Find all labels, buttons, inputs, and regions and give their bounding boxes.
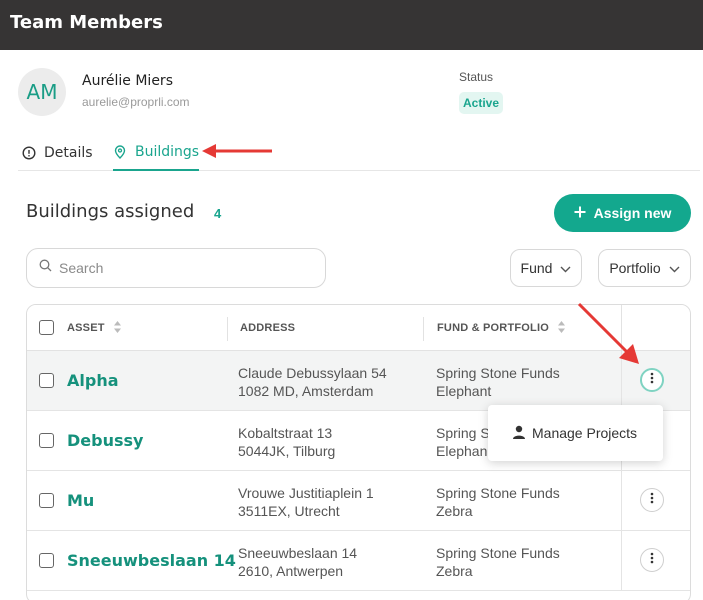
fund-portfolio-cell: Spring Stone Funds Elephant — [436, 364, 560, 400]
address-cell: Vrouwe Justitiaplein 1 3511EX, Utrecht — [238, 484, 374, 520]
column-divider — [621, 531, 622, 591]
page-title: Team Members — [10, 12, 163, 33]
row-actions-button[interactable] — [640, 368, 664, 392]
tab-buildings[interactable]: Buildings — [113, 134, 200, 171]
more-vertical-icon — [650, 491, 654, 509]
manage-projects-menu-item[interactable]: Manage Projects — [532, 425, 637, 441]
portfolio-filter-label: Portfolio — [609, 260, 661, 276]
address-line2: 2610, Antwerpen — [238, 563, 344, 579]
top-bar: Team Members — [0, 0, 703, 50]
sort-icon — [557, 320, 566, 337]
portfolio-name: Zebra — [436, 503, 473, 519]
column-address-label: ADDRESS — [240, 322, 296, 334]
address-line2: 1082 MD, Amsterdam — [238, 383, 374, 399]
more-vertical-icon — [650, 551, 654, 569]
address-line1: Claude Debussylaan 54 — [238, 365, 387, 381]
map-pin-icon — [113, 144, 127, 159]
annotation-arrow-diagonal — [577, 302, 639, 364]
column-divider — [227, 317, 228, 341]
column-address: ADDRESS — [240, 305, 295, 351]
portfolio-name: Elephan — [436, 443, 488, 459]
portfolio-filter-dropdown[interactable]: Portfolio — [598, 249, 691, 287]
address-cell: Claude Debussylaan 54 1082 MD, Amsterdam — [238, 364, 387, 400]
chevron-down-icon — [669, 260, 680, 276]
address-line1: Vrouwe Justitiaplein 1 — [238, 485, 374, 501]
row-checkbox[interactable] — [39, 373, 54, 388]
column-asset-label: ASSET — [67, 322, 105, 334]
column-divider — [621, 471, 622, 531]
plus-icon — [574, 205, 586, 221]
user-icon — [512, 425, 526, 442]
fund-filter-label: Fund — [520, 260, 553, 276]
row-actions-button[interactable] — [640, 548, 664, 572]
status-badge: Active — [459, 92, 504, 114]
tab-details[interactable]: Details — [22, 134, 93, 171]
address-line2: 3511EX, Utrecht — [238, 503, 340, 519]
status-label: Status — [459, 70, 494, 84]
row-checkbox[interactable] — [39, 553, 54, 568]
portfolio-name: Elephant — [436, 383, 492, 399]
tab-bar: Details Buildings — [18, 134, 700, 171]
fund-filter-dropdown[interactable]: Fund — [510, 249, 582, 287]
asset-link[interactable]: Mu — [67, 491, 94, 510]
row-checkbox[interactable] — [39, 433, 54, 448]
table-row: Mu Vrouwe Justitiaplein 1 3511EX, Utrech… — [27, 471, 690, 531]
user-name: Aurélie Miers — [82, 73, 173, 89]
row-checkbox[interactable] — [39, 493, 54, 508]
assign-new-label: Assign new — [593, 205, 672, 221]
fund-portfolio-cell: Spring Stone Funds Zebra — [436, 484, 560, 520]
select-all-checkbox[interactable] — [39, 320, 54, 335]
section-title: Buildings assigned — [26, 201, 195, 222]
column-asset[interactable]: ASSET — [67, 305, 122, 351]
column-fund-portfolio[interactable]: FUND & PORTFOLIO — [437, 305, 566, 351]
fund-portfolio-cell: Spring Stone Funds Zebra — [436, 544, 560, 580]
address-line1: Sneeuwbeslaan 14 — [238, 545, 358, 561]
address-line2: 5044JK, Tilburg — [238, 443, 336, 459]
address-cell: Sneeuwbeslaan 14 2610, Antwerpen — [238, 544, 357, 580]
tab-details-label: Details — [44, 144, 93, 161]
table-row: Sneeuwbeslaan 14 Sneeuwbeslaan 14 2610, … — [27, 531, 690, 591]
fund-portfolio-cell: Spring S Elephan — [436, 424, 490, 460]
fund-name: Spring Stone Funds — [436, 545, 560, 561]
more-vertical-icon — [650, 371, 654, 389]
asset-link[interactable]: Debussy — [67, 431, 143, 450]
address-line1: Kobaltstraat 13 — [238, 425, 333, 441]
search-input[interactable] — [59, 260, 299, 276]
fund-name: Spring Stone Funds — [436, 485, 560, 501]
address-cell: Kobaltstraat 13 5044JK, Tilburg — [238, 424, 335, 460]
fund-name: Spring Stone Funds — [436, 365, 560, 381]
user-email: aurelie@proprli.com — [82, 95, 190, 109]
tab-buildings-label: Buildings — [135, 143, 200, 160]
asset-link[interactable]: Alpha — [67, 371, 119, 390]
assign-new-button[interactable]: Assign new — [554, 194, 691, 232]
column-fund-portfolio-label: FUND & PORTFOLIO — [437, 322, 549, 334]
search-icon — [39, 259, 52, 277]
portfolio-name: Zebra — [436, 563, 473, 579]
chevron-down-icon — [560, 260, 571, 276]
search-box — [26, 248, 326, 288]
avatar: AM — [18, 68, 66, 116]
column-divider — [423, 317, 424, 341]
row-actions-button[interactable] — [640, 488, 664, 512]
info-circle-icon — [22, 145, 36, 160]
fund-name: Spring S — [436, 425, 490, 441]
section-count: 4 — [214, 206, 222, 221]
asset-link[interactable]: Sneeuwbeslaan 14 — [67, 551, 236, 570]
row-actions-menu: Manage Projects — [488, 405, 663, 461]
sort-icon — [113, 320, 122, 337]
annotation-arrow-left — [202, 144, 272, 158]
